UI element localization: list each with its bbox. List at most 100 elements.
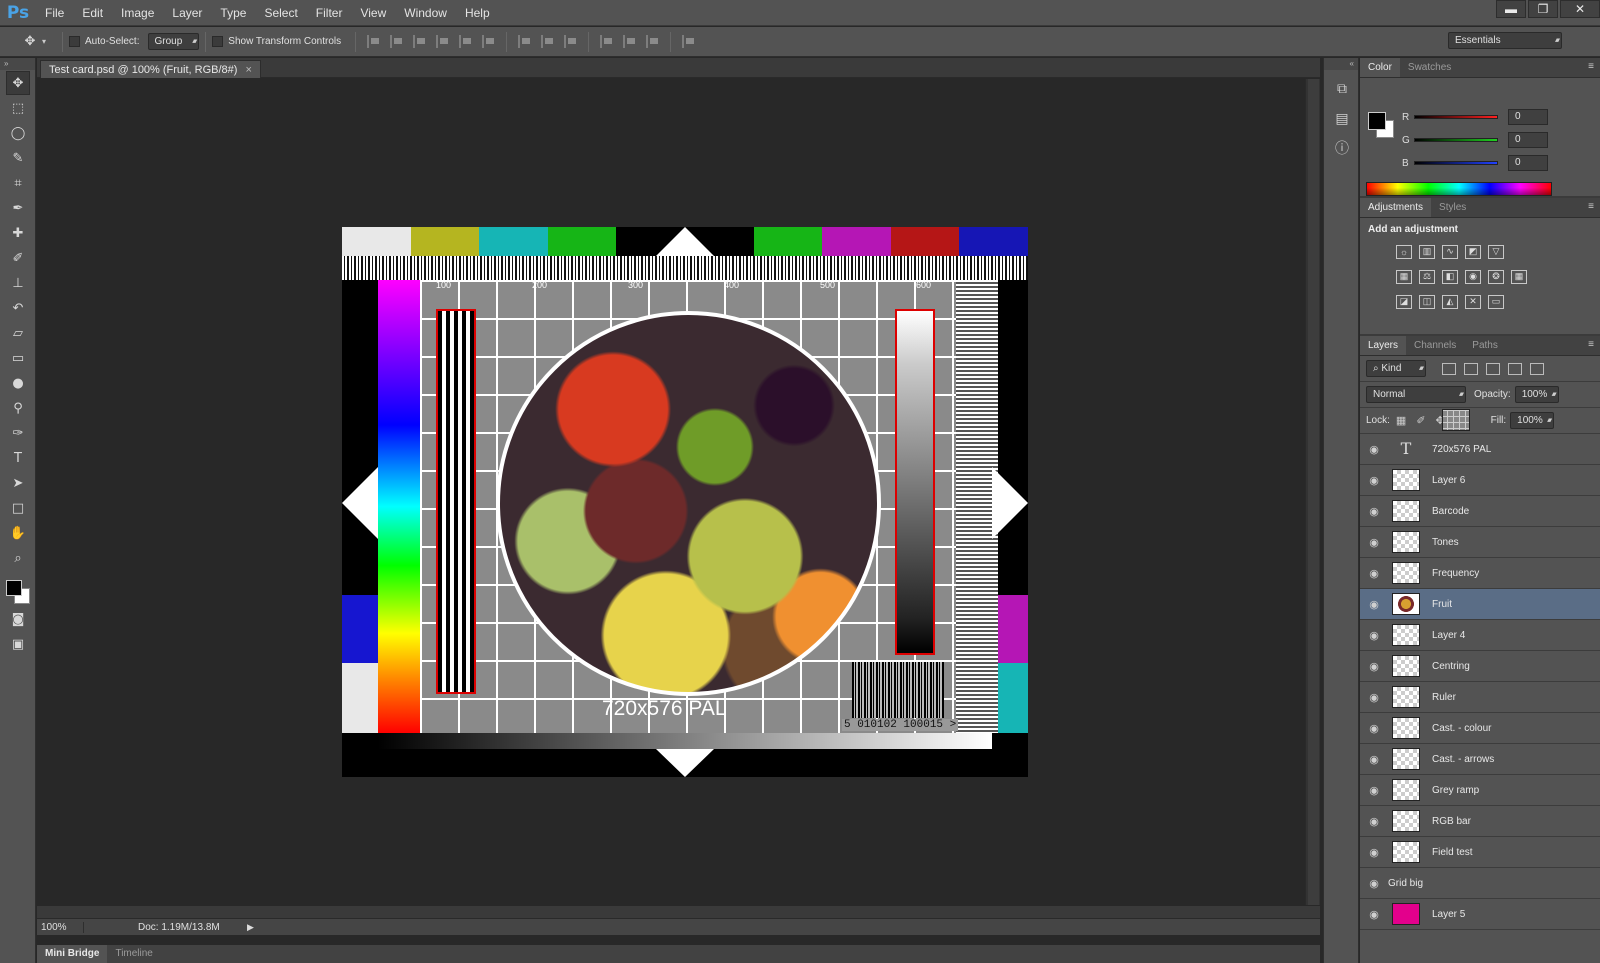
test-card-image[interactable]: 100 200 300 400 500 600 5 010102 100015 > 720… bbox=[342, 227, 1028, 777]
align-hcenter-icon[interactable] bbox=[459, 35, 472, 48]
tab-paths[interactable]: Paths bbox=[1464, 336, 1506, 355]
visibility-eye-icon[interactable]: ◉ bbox=[1360, 908, 1388, 921]
layer-thumbnail[interactable] bbox=[1392, 500, 1420, 522]
align-right-icon[interactable] bbox=[482, 35, 495, 48]
filter-pixel-icon[interactable] bbox=[1442, 362, 1456, 375]
panel-menu-icon[interactable]: ≡ bbox=[1588, 61, 1594, 72]
visibility-eye-icon[interactable]: ◉ bbox=[1360, 815, 1388, 828]
layer-thumbnail[interactable]: T bbox=[1392, 438, 1420, 460]
layer-thumbnail[interactable] bbox=[1392, 779, 1420, 801]
layer-row[interactable]: ◉ Layer 4 bbox=[1360, 620, 1600, 651]
filter-adjustment-icon[interactable] bbox=[1464, 362, 1478, 375]
menu-help[interactable]: Help bbox=[456, 0, 499, 26]
tab-styles[interactable]: Styles bbox=[1431, 198, 1474, 217]
layer-filter-kind-dropdown[interactable]: ⌕ Kind bbox=[1366, 360, 1426, 377]
layer-row[interactable]: ◉ Ruler bbox=[1360, 682, 1600, 713]
channel-value-input[interactable]: 0 bbox=[1508, 132, 1548, 148]
visibility-eye-icon[interactable]: ◉ bbox=[1360, 567, 1388, 580]
info-panel-icon[interactable]: ⓘ bbox=[1330, 136, 1354, 160]
gradient-map-icon[interactable]: ▭ bbox=[1488, 294, 1504, 309]
align-left-icon[interactable] bbox=[436, 35, 449, 48]
visibility-eye-icon[interactable]: ◉ bbox=[1360, 846, 1388, 859]
layer-row[interactable]: ◉ Layer 5 bbox=[1360, 899, 1600, 930]
lock-transparent-icon[interactable]: ▦ bbox=[1396, 414, 1406, 427]
auto-select-dropdown[interactable]: Group bbox=[147, 33, 200, 50]
minimize-button[interactable]: ▬ bbox=[1496, 0, 1526, 18]
document-tab[interactable]: Test card.psd @ 100% (Fruit, RGB/8#) × bbox=[40, 60, 261, 78]
history-brush-tool-icon[interactable]: ↶ bbox=[6, 296, 30, 320]
menu-window[interactable]: Window bbox=[395, 0, 456, 26]
channel-slider[interactable] bbox=[1414, 161, 1498, 165]
close-window-button[interactable]: ✕ bbox=[1560, 0, 1600, 18]
opacity-input[interactable]: 100% bbox=[1514, 386, 1559, 403]
tab-swatches[interactable]: Swatches bbox=[1400, 58, 1459, 77]
healing-brush-tool-icon[interactable]: ✚ bbox=[6, 221, 30, 245]
horizontal-scrollbar[interactable] bbox=[37, 906, 1320, 918]
layer-row[interactable]: ◉ Frequency bbox=[1360, 558, 1600, 589]
align-top-icon[interactable] bbox=[367, 35, 380, 48]
type-tool-icon[interactable]: T bbox=[6, 446, 30, 470]
layer-thumbnail[interactable] bbox=[1392, 841, 1420, 863]
layer-thumbnail[interactable] bbox=[1442, 409, 1470, 431]
foreground-color-swatch[interactable] bbox=[6, 580, 22, 596]
history-panel-icon[interactable]: ⧉ bbox=[1330, 76, 1354, 100]
tab-color[interactable]: Color bbox=[1360, 58, 1400, 77]
rectangle-tool-icon[interactable]: □ bbox=[6, 496, 30, 520]
quick-mask-icon[interactable]: ◙ bbox=[6, 607, 30, 631]
color-swatches[interactable] bbox=[4, 576, 34, 606]
zoom-level[interactable]: 100% bbox=[37, 922, 83, 933]
dodge-tool-icon[interactable]: ⚲ bbox=[6, 396, 30, 420]
menu-edit[interactable]: Edit bbox=[73, 0, 112, 26]
screen-mode-icon[interactable]: ▣ bbox=[6, 632, 30, 656]
visibility-eye-icon[interactable]: ◉ bbox=[1360, 443, 1388, 456]
channel-mixer-icon[interactable]: ❂ bbox=[1488, 269, 1504, 284]
blur-tool-icon[interactable]: ● bbox=[6, 371, 30, 395]
status-menu-arrow-icon[interactable]: ▶ bbox=[247, 922, 254, 933]
layer-thumbnail[interactable] bbox=[1392, 624, 1420, 646]
quick-selection-tool-icon[interactable]: ✎ bbox=[6, 146, 30, 170]
lock-image-icon[interactable]: ✐ bbox=[1416, 414, 1425, 427]
visibility-eye-icon[interactable]: ◉ bbox=[1360, 753, 1388, 766]
menu-image[interactable]: Image bbox=[112, 0, 163, 26]
layer-row[interactable]: ◉ Cast. - arrows bbox=[1360, 744, 1600, 775]
visibility-eye-icon[interactable]: ◉ bbox=[1360, 660, 1388, 673]
panel-menu-icon[interactable]: ≡ bbox=[1588, 201, 1594, 212]
panel-menu-icon[interactable]: ≡ bbox=[1588, 339, 1594, 350]
properties-panel-icon[interactable]: ▤ bbox=[1330, 106, 1354, 130]
distribute-hcenter-icon[interactable] bbox=[623, 35, 636, 48]
hand-tool-icon[interactable]: ✋ bbox=[6, 521, 30, 545]
channel-value-input[interactable]: 0 bbox=[1508, 155, 1548, 171]
blend-mode-dropdown[interactable]: Normal bbox=[1366, 386, 1466, 403]
tab-timeline[interactable]: Timeline bbox=[107, 945, 160, 963]
clone-stamp-tool-icon[interactable]: ⊥ bbox=[6, 271, 30, 295]
visibility-eye-icon[interactable]: ◉ bbox=[1360, 784, 1388, 797]
color-lookup-icon[interactable]: ▦ bbox=[1511, 269, 1527, 284]
pen-tool-icon[interactable]: ✑ bbox=[6, 421, 30, 445]
close-document-icon[interactable]: × bbox=[245, 64, 251, 76]
restore-button[interactable]: ❐ bbox=[1528, 0, 1558, 18]
preset-dropdown-arrow-icon[interactable]: ▾ bbox=[42, 37, 46, 46]
eraser-tool-icon[interactable]: ▱ bbox=[6, 321, 30, 345]
align-vcenter-icon[interactable] bbox=[390, 35, 403, 48]
filter-smart-object-icon[interactable] bbox=[1530, 362, 1544, 375]
tab-mini-bridge[interactable]: Mini Bridge bbox=[37, 945, 108, 963]
selective-color-icon[interactable]: ✕ bbox=[1465, 294, 1481, 309]
layer-row[interactable]: ◉ Tones bbox=[1360, 527, 1600, 558]
layer-row[interactable]: ◉ Centring bbox=[1360, 651, 1600, 682]
invert-icon[interactable]: ◪ bbox=[1396, 294, 1412, 309]
layer-row[interactable]: ◉ Field test bbox=[1360, 837, 1600, 868]
layer-row[interactable]: ◉ Grey ramp bbox=[1360, 775, 1600, 806]
tab-channels[interactable]: Channels bbox=[1406, 336, 1464, 355]
levels-icon[interactable]: ▥ bbox=[1419, 244, 1435, 259]
zoom-tool-icon[interactable]: ⌕ bbox=[6, 546, 30, 570]
color-balance-icon[interactable]: ⚖ bbox=[1419, 269, 1435, 284]
layer-thumbnail[interactable] bbox=[1392, 717, 1420, 739]
auto-align-icon[interactable] bbox=[682, 35, 695, 48]
auto-select-checkbox[interactable] bbox=[69, 36, 81, 47]
visibility-eye-icon[interactable]: ◉ bbox=[1360, 598, 1388, 611]
layer-thumbnail[interactable] bbox=[1392, 686, 1420, 708]
brush-tool-icon[interactable]: ✐ bbox=[6, 246, 30, 270]
layer-thumbnail[interactable] bbox=[1392, 593, 1420, 615]
workspace-dropdown[interactable]: Essentials bbox=[1448, 32, 1562, 49]
posterize-icon[interactable]: ◫ bbox=[1419, 294, 1435, 309]
